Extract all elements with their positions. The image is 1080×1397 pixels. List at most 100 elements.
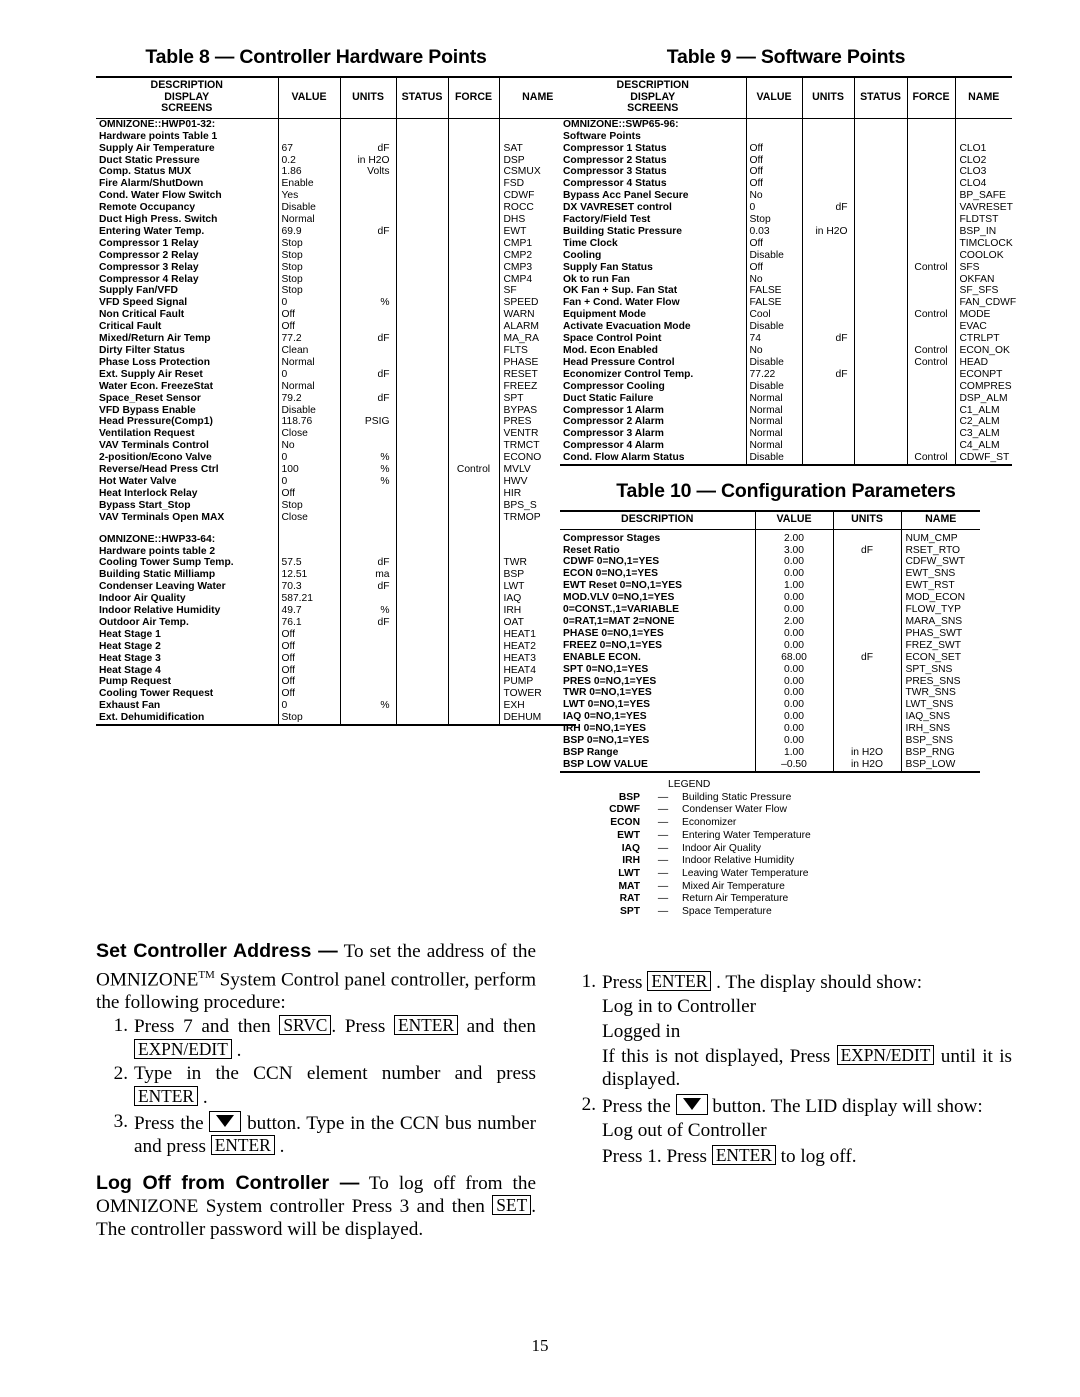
row-units	[801, 261, 854, 274]
expn-edit-key[interactable]: EXPN/EDIT	[134, 1038, 232, 1059]
row-value: 0	[277, 368, 340, 381]
row-description: Entering Water Temp.	[99, 225, 205, 237]
table-group-header-label: OMNIZONE::HWP33-64:	[99, 533, 216, 545]
table9-col-force: FORCE	[906, 75, 955, 119]
row-force	[447, 416, 499, 429]
table-row: TWR 0=NO,1=YES 0.00 TWR_SNS	[560, 687, 980, 700]
row-force	[906, 142, 955, 155]
row-force	[447, 380, 499, 393]
set-controller-address-heading: Set Controller Address —	[96, 940, 338, 963]
row-status	[395, 593, 448, 606]
row-units	[801, 404, 854, 417]
row-units	[339, 237, 396, 250]
row-name: C4_ALM	[954, 440, 1012, 453]
row-status	[395, 225, 448, 238]
table-row: PHASE 0=NO,1=YES 0.00 PHAS_SWT	[560, 627, 980, 640]
row-status	[853, 356, 907, 369]
table-row: Economizer Control Temp. 77.22 dF ECONPT	[560, 368, 1012, 381]
row-status	[395, 249, 448, 262]
row-value: Normal	[745, 404, 802, 417]
row-description: ENABLE ECON.	[563, 651, 641, 663]
table-row: Space Control Point 74 dF CTRLPT	[560, 333, 1012, 345]
row-status	[395, 321, 448, 334]
row-units	[801, 166, 854, 179]
row-value: 2.00	[754, 529, 833, 545]
row-status	[395, 416, 448, 429]
row-units	[801, 345, 854, 357]
row-description: Supply Fan/VFD	[99, 285, 178, 297]
row-units	[339, 404, 396, 417]
row-description: TWR 0=NO,1=YES	[563, 687, 652, 699]
row-units	[832, 568, 901, 581]
row-units	[801, 297, 854, 310]
table9: DESCRIPTION DISPLAY SCREENS VALUE UNITS …	[560, 75, 1016, 467]
trademark-symbol: TM	[198, 968, 215, 981]
row-status	[853, 428, 907, 441]
set-controller-address-steps: Press 7 and then SRVC. Press ENTER and t…	[96, 1015, 536, 1159]
enter-key[interactable]: ENTER	[393, 1015, 458, 1036]
row-status	[395, 440, 448, 453]
row-name: CLO1	[954, 142, 1012, 155]
table8-body: OMNIZONE::HWP01-32: Hardware points Table…	[96, 118, 576, 727]
down-arrow-icon[interactable]	[675, 1093, 708, 1115]
row-status	[395, 309, 448, 322]
legend-definition: Building Static Pressure	[682, 791, 792, 803]
down-arrow-icon[interactable]	[209, 1110, 242, 1132]
row-force	[447, 440, 499, 453]
table-row: Exhaust Fan 0% EXH	[96, 700, 576, 713]
expn-edit-key[interactable]: EXPN/EDIT	[836, 1045, 935, 1066]
srvc-key[interactable]: SRVC	[279, 1015, 332, 1036]
row-force	[447, 154, 499, 167]
row-description: Heat Stage 4	[99, 664, 161, 676]
row-name: FLOW_TYP	[900, 604, 980, 616]
row-name: SF_SFS	[954, 285, 1012, 298]
row-value: Stop	[277, 273, 340, 286]
row-value: 77.2	[277, 333, 340, 345]
row-status	[395, 142, 448, 155]
row-value: No	[745, 273, 802, 286]
table-row: Compressor Stages 2.00 NUM_CMP	[560, 529, 980, 545]
row-units: dF	[801, 333, 854, 345]
row-name: CDWF_ST	[954, 452, 1012, 467]
row-units	[339, 380, 396, 393]
row-status	[853, 261, 907, 274]
row-description: OK Fan + Sup. Fan Stat	[563, 285, 678, 297]
row-status	[853, 142, 907, 155]
table10: DESCRIPTION VALUE UNITS NAME Compressor …	[560, 510, 980, 773]
table9-title: Table 9 — Software Points	[666, 46, 906, 68]
row-description: Heat Stage 3	[99, 652, 161, 664]
right-step1-note: If this is not displayed, Press EXPN/EDI…	[602, 1045, 1012, 1091]
row-units	[339, 190, 396, 203]
row-status	[395, 688, 448, 701]
table-row: Compressor 3 Alarm Normal C3_ALM	[560, 428, 1012, 441]
row-description: 0=CONST.,1=VARIABLE	[563, 604, 679, 616]
row-name: EWT_SNS	[900, 568, 980, 581]
row-status	[395, 652, 448, 665]
row-force	[447, 452, 499, 465]
table-row: Equipment Mode Cool Control MODE	[560, 309, 1012, 322]
row-force	[447, 273, 499, 286]
row-value: Stop	[277, 712, 340, 727]
enter-key[interactable]: ENTER	[711, 1144, 776, 1165]
row-name: EVAC	[954, 321, 1012, 334]
row-value: Off	[277, 321, 340, 334]
legend-row: IAQ — Indoor Air Quality	[582, 843, 811, 856]
row-description: Compressor 3 Relay	[99, 261, 199, 273]
table-row: Compressor 3 Relay Stop CMP3	[96, 261, 576, 274]
row-description: Building Static Pressure	[563, 225, 683, 237]
row-status	[395, 297, 448, 310]
row-force	[906, 416, 955, 429]
row-units	[801, 321, 854, 334]
enter-key[interactable]: ENTER	[210, 1135, 275, 1156]
row-value: 1.00	[754, 580, 833, 593]
enter-key[interactable]: ENTER	[647, 970, 712, 991]
row-force	[447, 676, 499, 689]
row-value: Off	[745, 178, 802, 191]
row-units: dF	[339, 581, 396, 594]
row-name: C2_ALM	[954, 416, 1012, 429]
enter-key[interactable]: ENTER	[134, 1086, 199, 1107]
row-units	[801, 380, 854, 393]
row-value: Disable	[277, 202, 340, 215]
row-value: 3.00	[754, 544, 833, 557]
set-key[interactable]: SET	[492, 1195, 532, 1216]
